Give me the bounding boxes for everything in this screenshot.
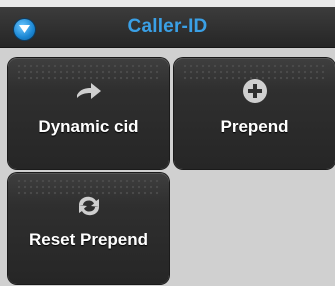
reset-prepend-button[interactable]: Reset Prepend [8, 173, 169, 284]
tile-label: Dynamic cid [38, 117, 139, 136]
top-strip [0, 0, 335, 7]
page-title: Caller-ID [127, 16, 208, 37]
header-bar: Caller-ID [0, 7, 335, 48]
tile-label: Reset Prepend [28, 230, 149, 249]
tile-label: Prepend [220, 117, 289, 136]
refresh-icon [8, 193, 169, 219]
button-grid: Dynamic cid Prepend Reset Prepend [0, 48, 335, 286]
dynamic-cid-button[interactable]: Dynamic cid [8, 58, 169, 169]
arrow-right-icon [8, 78, 169, 104]
plus-icon [174, 78, 335, 104]
prepend-button[interactable]: Prepend [174, 58, 335, 169]
